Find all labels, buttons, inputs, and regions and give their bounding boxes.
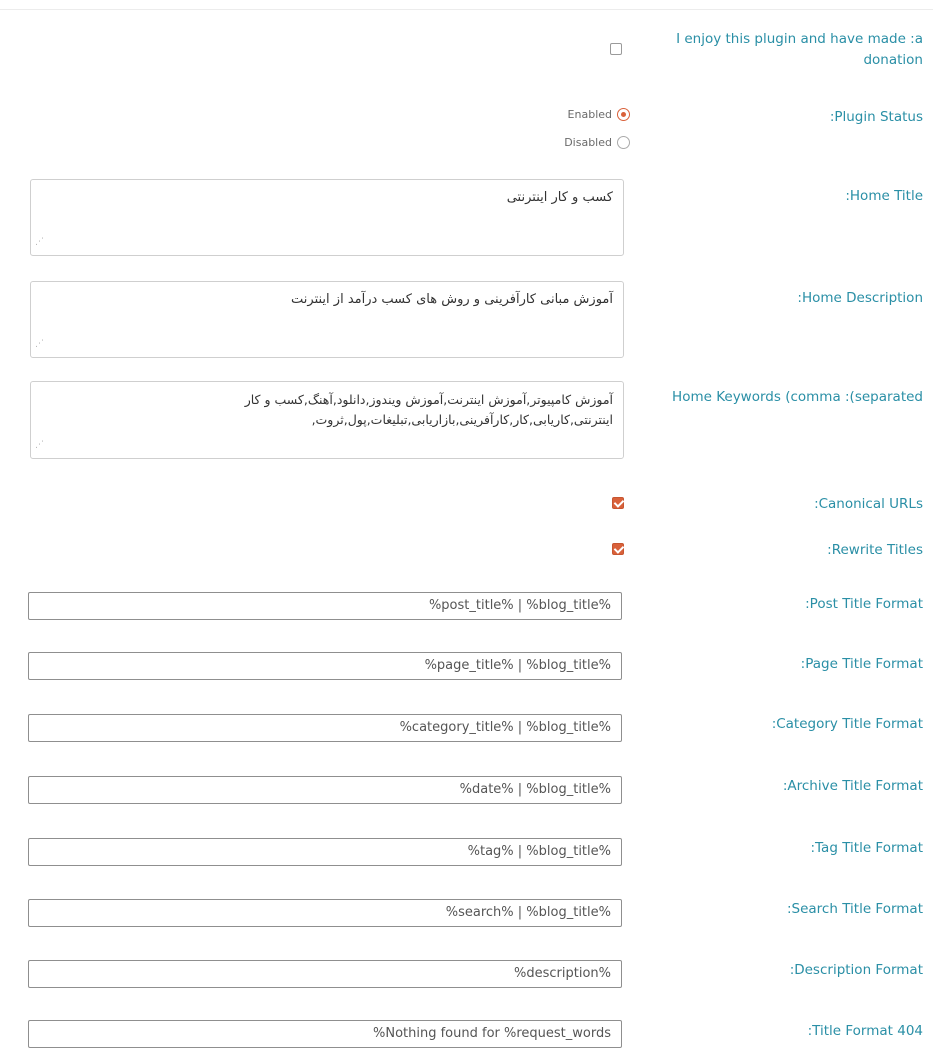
donation-checkbox[interactable] <box>610 43 622 55</box>
radio-disabled-button[interactable] <box>617 136 630 149</box>
post-title-format-label: :Post Title Format <box>805 596 923 612</box>
archive-title-format-label: :Archive Title Format <box>782 778 923 794</box>
canonical-urls-label: :Canonical URLs <box>814 496 923 512</box>
page-title-format-label: :Page Title Format <box>800 656 923 672</box>
radio-disabled-label: Disabled <box>564 136 612 149</box>
plugin-status-label: :Plugin Status <box>829 109 923 125</box>
home-title-value: کسب و کار اینترنتی <box>506 190 613 205</box>
donation-label: I enjoy this plugin and have made :a don… <box>676 31 923 68</box>
tag-title-format-label: :Tag Title Format <box>810 840 924 856</box>
archive-title-format-input[interactable]: %date% | %blog_title% <box>28 776 622 804</box>
top-divider <box>0 9 933 10</box>
home-description-textarea[interactable]: آموزش مبانی کارآفرینی و روش های کسب درآم… <box>30 281 624 358</box>
home-keywords-label: Home Keywords (comma :(separated <box>672 389 923 405</box>
rewrite-titles-label: :Rewrite Titles <box>827 542 923 558</box>
radio-enabled-button[interactable] <box>617 108 630 121</box>
title-format-404-label: :Title Format 404 <box>807 1023 923 1039</box>
search-title-format-input[interactable]: %search% | %blog_title% <box>28 899 622 927</box>
canonical-urls-checkbox[interactable] <box>612 497 624 509</box>
resize-handle-icon[interactable]: ⋰ <box>35 334 44 354</box>
resize-handle-icon[interactable]: ⋰ <box>35 232 44 252</box>
home-description-value: آموزش مبانی کارآفرینی و روش های کسب درآم… <box>291 292 613 307</box>
radio-enabled-label: Enabled <box>567 108 612 121</box>
title-format-404-input[interactable]: %Nothing found for %request_words <box>28 1020 622 1048</box>
description-format-input[interactable]: %description% <box>28 960 622 988</box>
home-description-label: :Home Description <box>797 290 923 306</box>
home-title-textarea[interactable]: کسب و کار اینترنتی ⋰ <box>30 179 624 256</box>
description-format-label: :Description Format <box>789 962 923 978</box>
category-title-format-label: :Category Title Format <box>771 716 923 732</box>
search-title-format-label: :Search Title Format <box>786 901 923 917</box>
rewrite-titles-checkbox[interactable] <box>612 543 624 555</box>
category-title-format-input[interactable]: %category_title% | %blog_title% <box>28 714 622 742</box>
resize-handle-icon[interactable]: ⋰ <box>35 435 44 455</box>
radio-enabled[interactable]: Enabled <box>568 108 630 121</box>
post-title-format-input[interactable]: %post_title% | %blog_title% <box>28 592 622 620</box>
home-keywords-textarea[interactable]: آموزش کامپیوتر,آموزش اینترنت,آموزش ویندو… <box>30 381 624 459</box>
page-title-format-input[interactable]: %page_title% | %blog_title% <box>28 652 622 680</box>
tag-title-format-input[interactable]: %tag% | %blog_title% <box>28 838 622 866</box>
home-keywords-value: آموزش کامپیوتر,آموزش اینترنت,آموزش ویندو… <box>244 392 613 427</box>
radio-disabled[interactable]: Disabled <box>564 136 630 149</box>
home-title-label: :Home Title <box>845 188 923 204</box>
